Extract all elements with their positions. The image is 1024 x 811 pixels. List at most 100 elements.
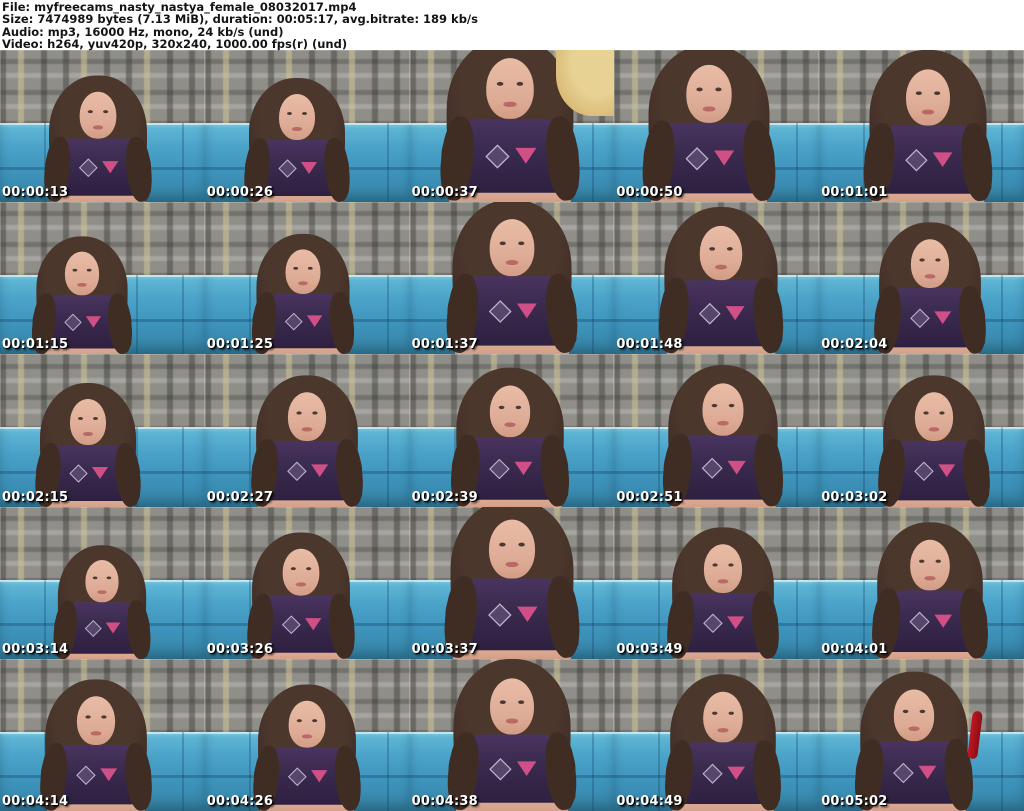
timestamp-label: 00:04:01 xyxy=(821,641,888,657)
person-figure xyxy=(244,374,371,507)
person-figure xyxy=(435,506,589,659)
face xyxy=(288,700,326,748)
face xyxy=(914,391,953,441)
video-frame-image xyxy=(819,354,1024,507)
video-frame-image xyxy=(819,50,1024,203)
purple-shirt xyxy=(878,440,989,500)
face xyxy=(279,94,316,141)
face xyxy=(70,398,107,445)
purple-shirt xyxy=(445,578,579,650)
person-figure xyxy=(237,78,357,203)
video-frame-image xyxy=(204,202,410,355)
timestamp-label: 00:04:49 xyxy=(616,793,683,809)
video-thumbnail: 00:03:02 xyxy=(819,354,1024,507)
purple-shirt xyxy=(447,276,577,346)
video-frame-image xyxy=(614,202,820,355)
video-thumbnail: 00:00:37 xyxy=(409,50,615,203)
face xyxy=(910,239,949,289)
timestamp-label: 00:03:14 xyxy=(2,641,69,657)
timestamp-label: 00:03:26 xyxy=(206,641,274,657)
timestamp-label: 00:00:50 xyxy=(616,185,683,201)
video-frame-image xyxy=(0,50,205,203)
video-frame-image xyxy=(819,506,1024,659)
video-thumbnail: 00:04:26 xyxy=(204,658,410,811)
timestamp-label: 00:02:15 xyxy=(2,489,69,505)
person-figure xyxy=(657,674,789,811)
face xyxy=(893,689,934,742)
video-thumbnail: 00:02:39 xyxy=(409,354,615,507)
timestamp-label: 00:03:37 xyxy=(411,641,478,657)
timestamp-label: 00:04:14 xyxy=(2,793,69,809)
timestamp-label: 00:03:02 xyxy=(821,489,888,505)
video-thumbnail: 00:03:14 xyxy=(0,506,205,659)
timestamp-label: 00:00:26 xyxy=(206,185,274,201)
file-size-line: Size: 7474989 bytes (7.13 MiB), duration… xyxy=(2,12,478,27)
video-thumbnail: 00:00:26 xyxy=(204,50,410,203)
video-frame-image xyxy=(614,658,820,811)
timestamp-label: 00:01:01 xyxy=(821,185,888,201)
video-frame-image xyxy=(0,506,205,659)
face xyxy=(702,691,743,743)
video-thumbnail: 00:04:38 xyxy=(409,658,615,811)
person-figure xyxy=(246,684,368,811)
video-thumbnail: 00:01:37 xyxy=(409,202,615,355)
video-frame-image xyxy=(204,50,410,203)
video-thumbnail: 00:04:49 xyxy=(614,658,820,811)
video-frame-image xyxy=(409,50,615,203)
face xyxy=(490,678,534,735)
video-thumbnail: 00:01:25 xyxy=(204,202,410,355)
face xyxy=(486,58,534,120)
file-metadata-header: File: myfreecams_nasty_nastya_female_080… xyxy=(0,0,1024,50)
person-figure xyxy=(245,234,361,355)
video-thumbnail: 00:05:02 xyxy=(819,658,1024,811)
purple-shirt xyxy=(667,592,778,653)
person-figure xyxy=(438,202,587,355)
video-frame-image xyxy=(0,354,205,507)
face xyxy=(905,69,950,126)
video-frame-image xyxy=(409,658,615,811)
video-thumbnail: 00:03:49 xyxy=(614,506,820,659)
purple-shirt xyxy=(872,590,987,652)
timestamp-label: 00:02:51 xyxy=(616,489,683,505)
person-figure xyxy=(854,50,1000,203)
person-figure xyxy=(870,374,997,507)
video-thumbnail: 00:04:14 xyxy=(0,658,205,811)
timestamp-label: 00:01:48 xyxy=(616,337,683,353)
face xyxy=(77,696,116,746)
face xyxy=(686,65,732,124)
timestamp-label: 00:02:04 xyxy=(821,337,888,353)
timestamp-label: 00:04:26 xyxy=(206,793,274,809)
video-thumbnail: 00:04:01 xyxy=(819,506,1024,659)
person-figure xyxy=(33,679,160,811)
video-thumbnail: 00:01:48 xyxy=(614,202,820,355)
video-frame-image xyxy=(204,354,410,507)
video-thumbnail: 00:02:04 xyxy=(819,202,1024,355)
person-figure xyxy=(659,527,786,659)
person-figure xyxy=(866,222,993,355)
person-figure xyxy=(37,75,159,203)
face xyxy=(489,219,535,277)
face xyxy=(489,385,531,437)
timestamp-label: 00:01:25 xyxy=(206,337,274,353)
video-frame-image xyxy=(614,354,820,507)
timestamp-label: 00:01:37 xyxy=(411,337,478,353)
video-frame-image xyxy=(0,202,205,355)
purple-shirt xyxy=(54,602,151,654)
purple-shirt xyxy=(864,125,992,194)
person-figure xyxy=(28,382,148,507)
video-thumbnail: 00:03:26 xyxy=(204,506,410,659)
person-figure xyxy=(654,364,791,507)
video-thumbnail: 00:01:01 xyxy=(819,50,1024,203)
video-frame-image xyxy=(819,658,1024,811)
video-frame-image xyxy=(614,50,820,203)
face xyxy=(288,391,327,441)
video-frame-image xyxy=(409,506,615,659)
video-frame-image xyxy=(0,658,205,811)
video-frame-image xyxy=(409,202,615,355)
purple-shirt xyxy=(643,123,775,194)
face xyxy=(65,251,100,296)
video-info-line: Video: h264, yuv420p, 320x240, 1000.00 f… xyxy=(2,36,348,51)
face xyxy=(80,91,117,139)
timestamp-label: 00:04:38 xyxy=(411,793,478,809)
face xyxy=(282,548,320,596)
